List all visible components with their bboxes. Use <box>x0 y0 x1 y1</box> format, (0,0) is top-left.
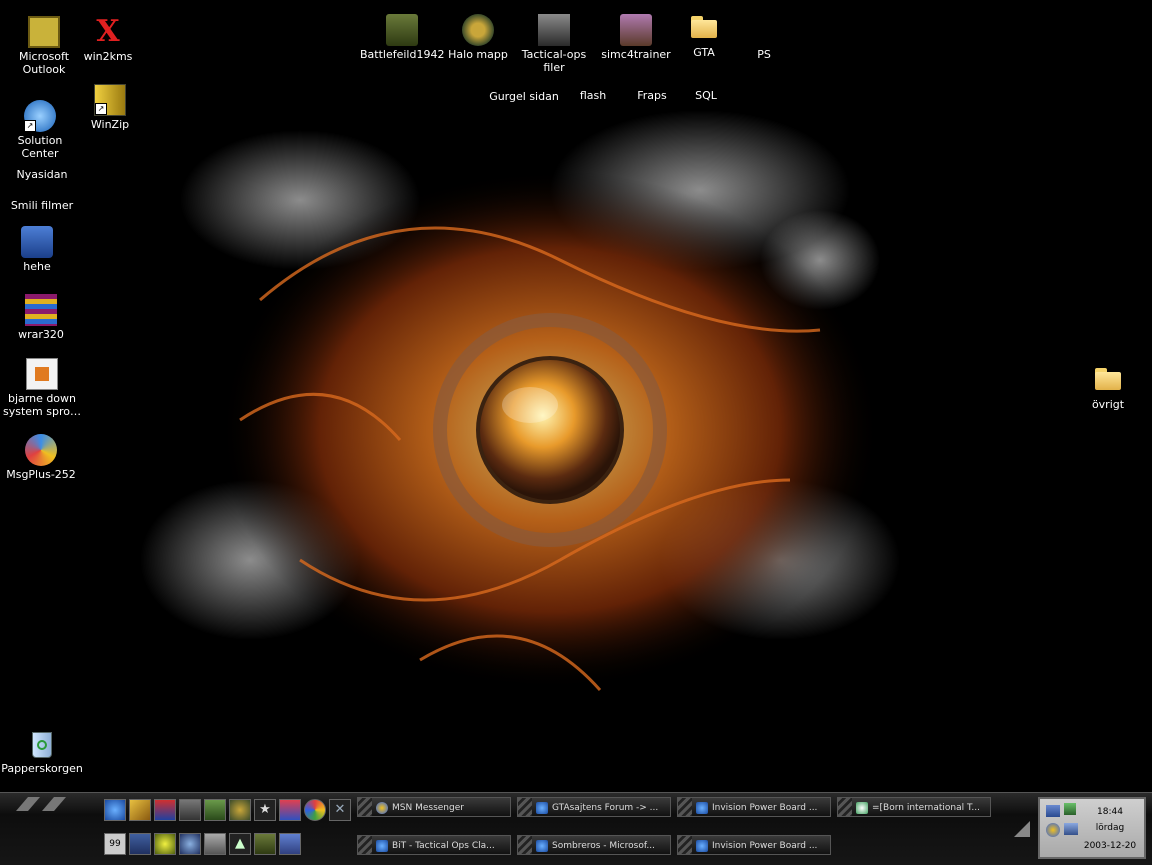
shortcut-arrow-icon: ↗ <box>95 103 107 115</box>
desktop-icon-msgplus[interactable]: MsgPlus-252 <box>0 434 83 481</box>
ie-icon <box>536 840 548 852</box>
taskbar: ★ ✕ 99 ▲ MSN Messenger GTAsajtens Forum … <box>0 792 1152 865</box>
ie-icon <box>696 840 708 852</box>
msgplus-icon <box>25 434 57 466</box>
quicklaunch-bf-icon[interactable] <box>254 833 276 855</box>
taskbar-button[interactable]: BiT - Tactical Ops Cla... <box>357 835 511 855</box>
quicklaunch-media-icon[interactable] <box>304 799 326 821</box>
quicklaunch-x-icon[interactable]: ✕ <box>329 799 351 821</box>
quicklaunch-ftp-icon[interactable] <box>129 833 151 855</box>
battlefield-icon <box>386 14 418 46</box>
desktop-icon-bjarne[interactable]: bjarne down system spro… <box>0 358 84 418</box>
quicklaunch-ie-icon[interactable] <box>104 799 126 821</box>
quicklaunch-triangle-icon[interactable]: ▲ <box>229 833 251 855</box>
taskbar-button[interactable]: MSN Messenger <box>357 797 511 817</box>
grip-icon <box>358 798 372 816</box>
tray-clock-day: lördag <box>1095 823 1125 833</box>
quicklaunch-flag-icon[interactable] <box>279 799 301 821</box>
quicklaunch-game-icon[interactable] <box>179 799 201 821</box>
grip-icon <box>358 836 372 854</box>
grip-icon <box>518 836 532 854</box>
desktop-icon-winzip[interactable]: ↗ WinZip <box>68 84 152 131</box>
desktop-icon-sql[interactable]: SQL <box>664 89 748 102</box>
desktop-icon-ps[interactable]: PS <box>722 48 806 61</box>
start-slash-icon <box>16 797 66 811</box>
tray-monitor-icon[interactable] <box>1064 823 1078 835</box>
desktop-icon-hehe[interactable]: hehe <box>0 226 79 273</box>
tray-messenger-icon[interactable] <box>1046 823 1060 837</box>
quicklaunch-star-icon[interactable]: ★ <box>254 799 276 821</box>
recycle-bin-icon <box>26 728 58 760</box>
desktop-icon-smili-filmer[interactable]: Smili filmer <box>0 199 84 212</box>
document-icon <box>26 358 58 390</box>
quicklaunch-pencil-icon[interactable] <box>129 799 151 821</box>
start-button[interactable] <box>6 797 76 811</box>
quicklaunch-halo-icon[interactable] <box>229 799 251 821</box>
winrar-icon <box>25 294 57 326</box>
desktop-icon-win2kms[interactable]: X win2kms <box>66 14 150 64</box>
desktop-icon-nyasidan[interactable]: Nyasidan <box>0 168 84 181</box>
folder-icon <box>1092 364 1124 396</box>
desktop-icon-recycle-bin[interactable]: Papperskorgen <box>0 728 84 775</box>
grip-icon <box>678 836 692 854</box>
desktop-icon-tactical[interactable]: Tactical-ops filer <box>512 14 596 74</box>
desktop-icon-wrar320[interactable]: wrar320 <box>0 294 83 341</box>
taskbar-button[interactable]: Invision Power Board ... <box>677 797 831 817</box>
taskbar-button[interactable]: Invision Power Board ... <box>677 835 831 855</box>
quicklaunch-money-icon[interactable] <box>204 799 226 821</box>
grip-icon <box>838 798 852 816</box>
resize-grip-icon[interactable] <box>1014 821 1030 837</box>
x-icon: X <box>96 14 120 49</box>
quicklaunch-printer-icon[interactable] <box>204 833 226 855</box>
desktop-icon-battlefield[interactable]: Battlefeild1942 <box>360 14 444 61</box>
tray-clock-time[interactable]: 18:44 <box>1080 807 1140 817</box>
psd-icon <box>21 226 53 258</box>
tray-network-icon[interactable] <box>1046 805 1060 817</box>
tactical-icon <box>538 14 570 46</box>
folder-icon <box>688 12 720 44</box>
ie-icon <box>536 802 548 814</box>
wallpaper <box>140 110 900 691</box>
halo-icon <box>462 14 494 46</box>
msn-icon <box>376 802 388 814</box>
grip-icon <box>518 798 532 816</box>
quicklaunch-99-icon[interactable]: 99 <box>104 833 126 855</box>
taskbar-button[interactable]: Sombreros - Microsof... <box>517 835 671 855</box>
system-tray: 18:44 lördag 2003-12-20 <box>1038 797 1146 859</box>
trainer-icon <box>620 14 652 46</box>
quicklaunch-people-icon[interactable] <box>279 833 301 855</box>
quicklaunch-app-icon[interactable] <box>154 799 176 821</box>
dell-icon: ↗ <box>24 100 56 132</box>
grip-icon <box>678 798 692 816</box>
tray-clock-date: 2003-12-20 <box>1083 841 1137 851</box>
desktop-icon-halo[interactable]: Halo mapp <box>436 14 520 61</box>
desktop-icon-ovrigt[interactable]: övrigt <box>1066 364 1150 411</box>
ie-icon <box>376 840 388 852</box>
tray-connection-icon[interactable] <box>1064 803 1076 815</box>
outlook-icon <box>28 16 60 48</box>
taskbar-button[interactable]: =[Born international T... <box>837 797 991 817</box>
shortcut-arrow-icon: ↗ <box>24 120 36 132</box>
ie-icon <box>696 802 708 814</box>
taskbar-button[interactable]: GTAsajtens Forum -> ... <box>517 797 671 817</box>
quicklaunch-c-icon[interactable] <box>179 833 201 855</box>
winzip-icon: ↗ <box>94 84 126 116</box>
chat-icon <box>856 802 868 814</box>
quicklaunch-spiral-icon[interactable] <box>154 833 176 855</box>
